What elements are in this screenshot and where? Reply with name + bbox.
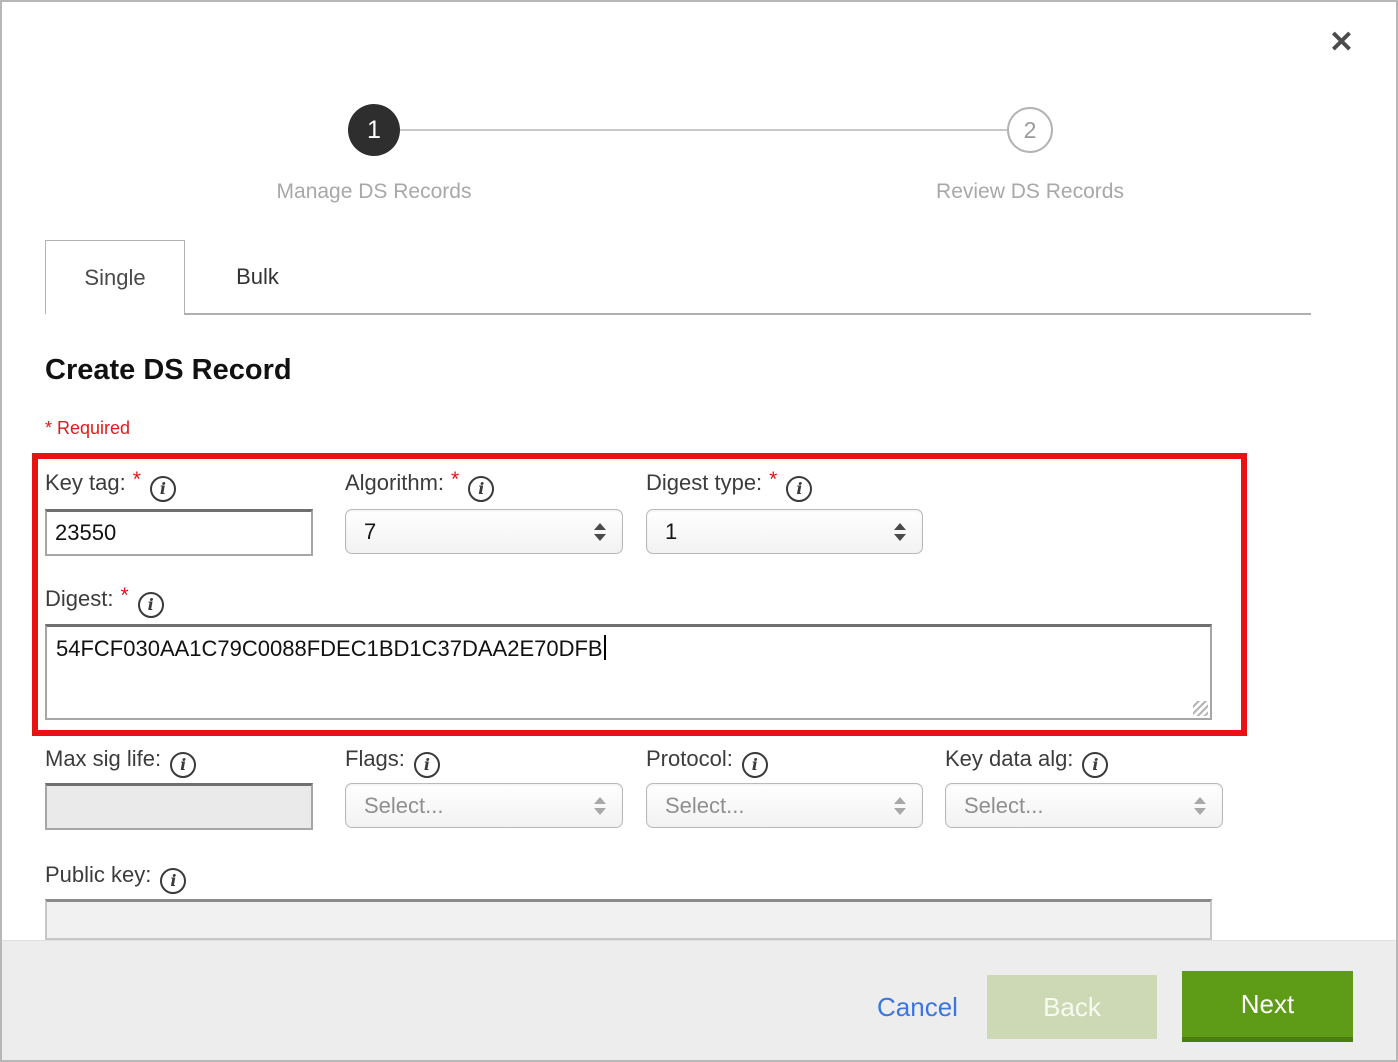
page-title: Create DS Record bbox=[45, 354, 292, 387]
tab-underline bbox=[184, 313, 1311, 315]
key-data-alg-label: Key data alg:i bbox=[945, 746, 1108, 774]
key-data-alg-select[interactable]: Select... bbox=[945, 783, 1223, 828]
tab-single-label: Single bbox=[84, 265, 145, 291]
max-sig-life-input[interactable] bbox=[45, 783, 313, 830]
digest-label: Digest:*i bbox=[45, 586, 164, 614]
digest-type-label-text: Digest type: bbox=[646, 470, 762, 495]
public-key-label-text: Public key: bbox=[45, 862, 151, 887]
required-asterisk: * bbox=[769, 468, 777, 491]
algorithm-label-text: Algorithm: bbox=[345, 470, 444, 495]
select-arrows-icon bbox=[1194, 797, 1206, 815]
info-icon[interactable]: i bbox=[742, 752, 768, 778]
tab-bulk[interactable]: Bulk bbox=[185, 240, 330, 314]
step-2-circle: 2 bbox=[1007, 107, 1053, 153]
flags-select[interactable]: Select... bbox=[345, 783, 623, 828]
step-1-label: Manage DS Records bbox=[224, 180, 524, 204]
digest-type-select-value: 1 bbox=[665, 519, 894, 545]
resize-grip-icon[interactable] bbox=[1193, 701, 1208, 716]
key-data-alg-label-text: Key data alg: bbox=[945, 746, 1073, 771]
step-1-number: 1 bbox=[367, 116, 381, 145]
tab-single[interactable]: Single bbox=[45, 240, 185, 314]
key-tag-label-text: Key tag: bbox=[45, 470, 126, 495]
select-arrows-icon bbox=[894, 523, 906, 541]
max-sig-life-label-text: Max sig life: bbox=[45, 746, 161, 771]
next-button[interactable]: Next bbox=[1182, 971, 1353, 1042]
select-arrows-icon bbox=[594, 523, 606, 541]
select-arrows-icon bbox=[894, 797, 906, 815]
info-icon[interactable]: i bbox=[414, 752, 440, 778]
flags-select-value: Select... bbox=[364, 793, 594, 819]
algorithm-select-value: 7 bbox=[364, 519, 594, 545]
key-data-alg-select-value: Select... bbox=[964, 793, 1194, 819]
digest-textarea[interactable]: 54FCF030AA1C79C0088FDEC1BD1C37DAA2E70DFB bbox=[45, 624, 1212, 720]
digest-value: 54FCF030AA1C79C0088FDEC1BD1C37DAA2E70DFB bbox=[56, 636, 603, 661]
info-icon[interactable]: i bbox=[138, 592, 164, 618]
info-icon[interactable]: i bbox=[160, 868, 186, 894]
protocol-label: Protocol:i bbox=[646, 746, 768, 774]
digest-type-select[interactable]: 1 bbox=[646, 509, 923, 554]
required-asterisk: * bbox=[133, 468, 141, 491]
public-key-label: Public key:i bbox=[45, 862, 186, 890]
algorithm-select[interactable]: 7 bbox=[345, 509, 623, 554]
protocol-select-value: Select... bbox=[665, 793, 894, 819]
back-button[interactable]: Back bbox=[987, 975, 1157, 1039]
step-1-circle: 1 bbox=[348, 104, 400, 156]
required-note: * Required bbox=[45, 418, 130, 439]
cancel-button[interactable]: Cancel bbox=[877, 992, 958, 1023]
max-sig-life-label: Max sig life:i bbox=[45, 746, 196, 774]
close-icon[interactable]: ✕ bbox=[1329, 28, 1354, 58]
protocol-label-text: Protocol: bbox=[646, 746, 733, 771]
create-ds-record-modal: ✕ 1 2 Manage DS Records Review DS Record… bbox=[0, 0, 1398, 1062]
key-tag-label: Key tag:*i bbox=[45, 470, 176, 498]
step-2-label: Review DS Records bbox=[880, 180, 1180, 204]
digest-label-text: Digest: bbox=[45, 586, 113, 611]
info-icon[interactable]: i bbox=[1082, 752, 1108, 778]
required-asterisk: * bbox=[120, 584, 128, 607]
text-caret bbox=[604, 635, 606, 660]
step-2-number: 2 bbox=[1024, 117, 1037, 144]
key-tag-input[interactable] bbox=[45, 509, 313, 556]
info-icon[interactable]: i bbox=[150, 476, 176, 502]
digest-type-label: Digest type:*i bbox=[646, 470, 812, 498]
stepper-connector-line bbox=[400, 129, 1008, 131]
flags-label-text: Flags: bbox=[345, 746, 405, 771]
info-icon[interactable]: i bbox=[786, 476, 812, 502]
tab-bulk-label: Bulk bbox=[236, 264, 279, 290]
flags-label: Flags:i bbox=[345, 746, 440, 774]
protocol-select[interactable]: Select... bbox=[646, 783, 923, 828]
info-icon[interactable]: i bbox=[170, 752, 196, 778]
algorithm-label: Algorithm:*i bbox=[345, 470, 494, 498]
info-icon[interactable]: i bbox=[468, 476, 494, 502]
required-asterisk: * bbox=[451, 468, 459, 491]
select-arrows-icon bbox=[594, 797, 606, 815]
public-key-textarea[interactable] bbox=[45, 899, 1212, 940]
